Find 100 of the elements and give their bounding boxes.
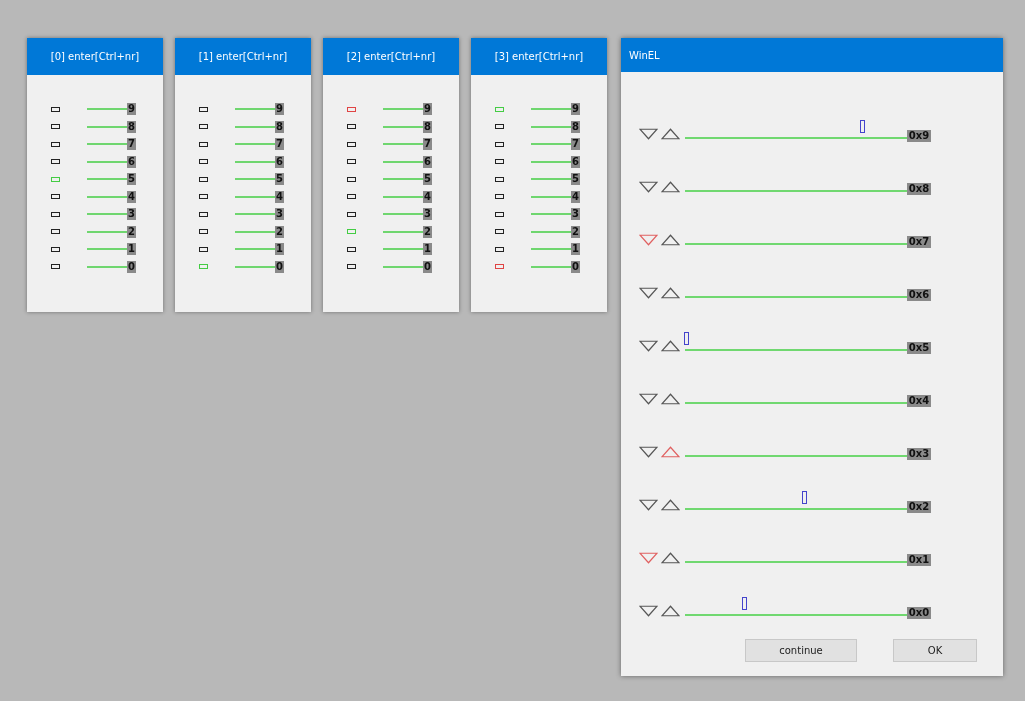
- up-triangle-icon[interactable]: [661, 499, 680, 511]
- up-triangle-icon[interactable]: [661, 287, 680, 299]
- slider-line: [235, 248, 275, 251]
- slider-line: [235, 213, 275, 216]
- slider-line: [235, 160, 275, 163]
- number-label: 3: [423, 208, 432, 221]
- number-label: 0: [571, 260, 580, 273]
- number-label: 3: [275, 208, 284, 221]
- up-triangle-icon[interactable]: [661, 234, 680, 246]
- down-triangle-icon[interactable]: [639, 446, 658, 458]
- number-label: 7: [127, 138, 136, 151]
- number-label: 9: [571, 103, 580, 116]
- slider-line: [531, 125, 571, 128]
- number-label: 0: [423, 260, 432, 273]
- slider-line: [531, 143, 571, 146]
- window-title: [2] enter[Ctrl+nr]: [323, 38, 459, 75]
- number-label: 8: [571, 120, 580, 133]
- number-label: 5: [127, 173, 136, 186]
- value-label: 0x4: [907, 395, 931, 407]
- slider-thumb[interactable]: [684, 332, 690, 345]
- number-label: 0: [275, 260, 284, 273]
- value-label: 0x2: [907, 501, 931, 513]
- number-label: 9: [127, 103, 136, 116]
- slider-line: [87, 178, 127, 181]
- slider-line: [531, 160, 571, 163]
- up-triangle-icon[interactable]: [661, 393, 680, 405]
- down-triangle-icon[interactable]: [639, 499, 658, 511]
- slider-line: [87, 230, 127, 233]
- slider-line: [235, 108, 275, 111]
- slider-line: [87, 213, 127, 216]
- number-label: 8: [275, 120, 284, 133]
- slider-line: [531, 248, 571, 251]
- value-label: 0x6: [907, 289, 931, 301]
- number-label: 1: [275, 243, 284, 256]
- slider-line: [87, 265, 127, 268]
- number-label: 2: [275, 225, 284, 238]
- slider-line: [383, 178, 423, 181]
- value-label: 0x9: [907, 130, 931, 142]
- slider-line: [87, 143, 127, 146]
- number-label: 3: [571, 208, 580, 221]
- up-triangle-icon[interactable]: [661, 340, 680, 352]
- slider-line: [383, 125, 423, 128]
- slider-line: [383, 143, 423, 146]
- slider-line: [383, 265, 423, 268]
- ok-button[interactable]: OK: [893, 639, 977, 662]
- slider-line: [235, 230, 275, 233]
- down-triangle-icon[interactable]: [639, 393, 658, 405]
- number-label: 5: [571, 173, 580, 186]
- slider-line: [383, 160, 423, 163]
- window-title: [0] enter[Ctrl+nr]: [27, 38, 163, 75]
- number-label: 7: [423, 138, 432, 151]
- number-label: 2: [423, 225, 432, 238]
- down-triangle-icon[interactable]: [639, 234, 658, 246]
- slider-line: [235, 195, 275, 198]
- slider-line: [235, 125, 275, 128]
- number-label: 6: [423, 155, 432, 168]
- slider-line: [531, 108, 571, 111]
- number-label: 6: [571, 155, 580, 168]
- value-label: 0x0: [907, 607, 931, 619]
- slider-line: [531, 178, 571, 181]
- number-label: 9: [275, 103, 284, 116]
- number-label: 3: [127, 208, 136, 221]
- slider-line: [235, 265, 275, 268]
- number-label: 8: [127, 120, 136, 133]
- slider-thumb[interactable]: [859, 120, 865, 133]
- up-triangle-icon[interactable]: [661, 128, 680, 140]
- slider-thumb[interactable]: [741, 597, 747, 610]
- number-label: 0: [127, 260, 136, 273]
- number-label: 2: [571, 225, 580, 238]
- down-triangle-icon[interactable]: [639, 128, 658, 140]
- up-triangle-icon[interactable]: [661, 446, 680, 458]
- slider-line: [87, 195, 127, 198]
- slider-line: [235, 143, 275, 146]
- number-label: 6: [127, 155, 136, 168]
- number-label: 4: [423, 190, 432, 203]
- down-triangle-icon[interactable]: [639, 287, 658, 299]
- slider-line: [235, 178, 275, 181]
- slider-line: [383, 248, 423, 251]
- down-triangle-icon[interactable]: [639, 605, 658, 617]
- continue-button[interactable]: continue: [745, 639, 857, 662]
- slider-line: [383, 108, 423, 111]
- value-label: 0x8: [907, 183, 931, 195]
- down-triangle-icon[interactable]: [639, 181, 658, 193]
- down-triangle-icon[interactable]: [639, 340, 658, 352]
- value-label: 0x7: [907, 236, 931, 248]
- slider-thumb[interactable]: [801, 491, 807, 504]
- slider-line: [87, 125, 127, 128]
- up-triangle-icon[interactable]: [661, 552, 680, 564]
- slider-line: [87, 248, 127, 251]
- number-label: 1: [423, 243, 432, 256]
- number-label: 1: [127, 243, 136, 256]
- number-label: 6: [275, 155, 284, 168]
- slider-line: [531, 213, 571, 216]
- window-title: WinEL: [621, 38, 1003, 72]
- number-label: 1: [571, 243, 580, 256]
- down-triangle-icon[interactable]: [639, 552, 658, 564]
- up-triangle-icon[interactable]: [661, 181, 680, 193]
- number-label: 5: [275, 173, 284, 186]
- number-label: 5: [423, 173, 432, 186]
- up-triangle-icon[interactable]: [661, 605, 680, 617]
